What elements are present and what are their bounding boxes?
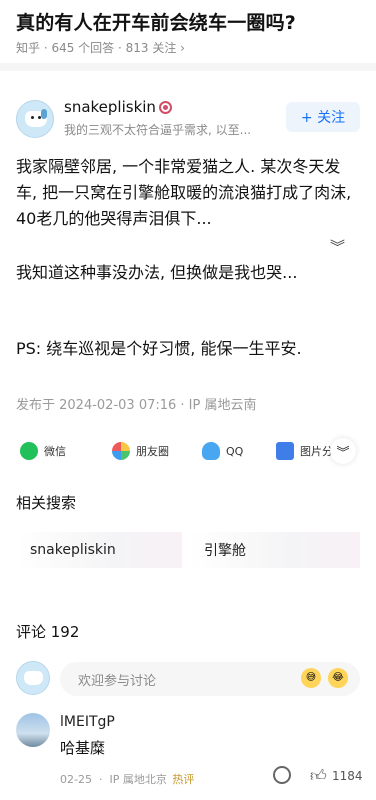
comment-meta: 02-25 · IP 属地北京 热评	[60, 773, 195, 786]
post-meta: 发布于 2024-02-03 07:16 · IP 属地云南	[16, 398, 257, 413]
moments-icon	[112, 442, 130, 460]
share-moments-button[interactable]: 朋友圈	[112, 440, 169, 462]
qq-icon	[202, 442, 220, 460]
share-wechat-label: 微信	[44, 445, 66, 458]
commenter-name[interactable]: lMEITgP	[60, 714, 115, 730]
related-search-item[interactable]: 引擎舱	[190, 532, 360, 568]
related-search-item[interactable]: snakepliskin	[16, 532, 182, 568]
expand-answer-icon[interactable]: ︾	[330, 236, 350, 256]
share-wechat-button[interactable]: 微信	[20, 440, 66, 462]
like-count: 1184	[332, 769, 363, 783]
comments-title[interactable]: 评论 192	[16, 621, 79, 642]
share-qq-label: QQ	[226, 444, 244, 458]
emoji-sweat-icon[interactable]: 😅	[301, 668, 321, 688]
comment-input-placeholder: 欢迎参与讨论	[78, 673, 157, 689]
author-avatar[interactable]	[16, 100, 54, 138]
author-name[interactable]: snakepliskin	[64, 98, 156, 116]
answer-paragraph-1: 我家隔壁邻居, 一个非常爱猫之人. 某次冬天发车, 把一只窝在引擎舱取暖的流浪猫…	[16, 157, 352, 228]
share-moments-label: 朋友圈	[136, 445, 169, 458]
commenter-avatar[interactable]	[16, 713, 50, 747]
image-icon	[276, 442, 294, 460]
like-icon[interactable]: 👍︎	[310, 766, 327, 786]
answer-paragraph-2: 我知道这种事没办法, 但换做是我也哭...	[16, 263, 298, 282]
verified-badge-icon	[159, 101, 172, 114]
follow-button[interactable]: + 关注	[286, 102, 360, 132]
share-bar: 微信 朋友圈 QQ 图片分 ︾	[16, 436, 362, 466]
reply-icon[interactable]	[273, 766, 291, 784]
comment-date: 02-25	[60, 773, 92, 786]
comment-item: lMEITgP 哈基糜 02-25 · IP 属地北京 热评 👍︎ 1184	[16, 713, 363, 793]
user-avatar[interactable]	[16, 661, 50, 695]
section-divider	[0, 63, 376, 71]
comment-input-row: 欢迎参与讨论 😅 😂	[16, 661, 362, 697]
emoji-laugh-icon[interactable]: 😂	[328, 668, 348, 688]
author-row: snakepliskin 我的三观不太符合逼乎需求, 以至... + 关注	[16, 96, 360, 142]
answer-paragraph-3: PS: 绕车巡视是个好习惯, 能保一生平安.	[16, 339, 302, 358]
hot-comment-badge: 热评	[172, 773, 195, 786]
related-search-title: 相关搜索	[16, 494, 77, 512]
share-image-button[interactable]: 图片分	[276, 440, 333, 462]
author-bio: 我的三观不太符合逼乎需求, 以至...	[64, 123, 252, 137]
share-expand-icon[interactable]: ︾	[330, 438, 356, 464]
question-meta[interactable]: 知乎 · 645 个回答 · 813 关注 ›	[16, 39, 185, 56]
wechat-icon	[20, 442, 38, 460]
comment-text: 哈基糜	[60, 739, 106, 757]
share-qq-button[interactable]: QQ	[202, 440, 243, 462]
comment-ip: IP 属地北京	[109, 773, 167, 786]
question-title[interactable]: 真的有人在开车前会绕车一圈吗?	[16, 8, 296, 35]
share-image-label: 图片分	[300, 445, 333, 458]
